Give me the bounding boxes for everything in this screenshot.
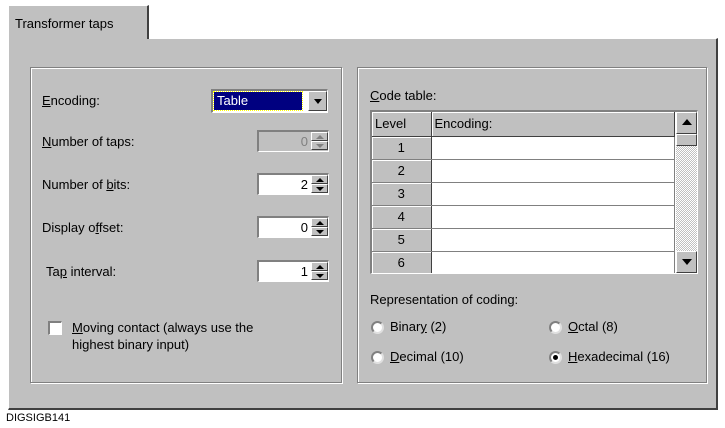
radio-octal-label[interactable]: Octal (8): [568, 319, 618, 334]
spin-up-icon: [311, 132, 328, 141]
scroll-up-icon[interactable]: [676, 112, 697, 134]
display-offset-label: Display offset:: [42, 220, 124, 235]
tap-interval-spinner[interactable]: 1: [257, 260, 329, 282]
encoding-cell[interactable]: [431, 182, 675, 206]
vertical-scrollbar[interactable]: [676, 112, 697, 273]
spin-down-icon: [311, 141, 328, 150]
encoding-cell[interactable]: [431, 205, 675, 229]
encoding-label: Encoding:: [42, 93, 100, 108]
level-cell: 3: [372, 182, 432, 206]
number-of-bits-value: 2: [300, 177, 308, 192]
encoding-cell[interactable]: [431, 251, 675, 273]
number-of-taps-value: 0: [300, 134, 308, 149]
level-cell: 4: [372, 205, 432, 229]
table-row[interactable]: 1: [372, 136, 675, 160]
table-row[interactable]: 6: [372, 251, 675, 273]
tap-interval-label: Tap interval:: [46, 264, 117, 279]
encoding-dropdown[interactable]: Table: [211, 89, 328, 113]
radio-octal[interactable]: [549, 321, 562, 334]
radio-binary[interactable]: [371, 321, 384, 334]
display-offset-spinner[interactable]: 0: [257, 216, 329, 238]
encoding-cell[interactable]: [431, 228, 675, 252]
radio-hexadecimal-label[interactable]: Hexadecimal (16): [568, 349, 670, 364]
encoding-cell[interactable]: [431, 136, 675, 160]
tap-interval-value: 1: [300, 264, 308, 279]
spin-down-icon[interactable]: [311, 227, 328, 236]
number-of-bits-spinner[interactable]: 2: [257, 173, 329, 195]
encoding-cell[interactable]: [431, 159, 675, 183]
radio-decimal-label[interactable]: Decimal (10): [390, 349, 464, 364]
level-cell: 5: [372, 228, 432, 252]
number-of-taps-label: Number of taps:: [42, 134, 135, 149]
spin-up-icon[interactable]: [311, 218, 328, 227]
number-of-bits-label: Number of bits:: [42, 177, 131, 192]
chevron-down-icon[interactable]: [308, 91, 327, 111]
table-row[interactable]: 4: [372, 205, 675, 229]
code-table-grid[interactable]: Level Encoding: 1 2 3 4 5 6: [370, 110, 698, 274]
column-header-level[interactable]: Level: [372, 112, 432, 137]
level-cell: 6: [372, 251, 432, 273]
moving-contact-label-line2: highest binary input): [72, 337, 190, 352]
display-offset-value: 0: [300, 220, 308, 235]
figure-id: DIGSIGB141: [6, 412, 71, 424]
tab-label: Transformer taps: [15, 16, 114, 31]
radio-binary-label[interactable]: Binary (2): [390, 319, 446, 334]
radio-hexadecimal[interactable]: [549, 351, 562, 364]
table-row[interactable]: 5: [372, 228, 675, 252]
code-table-label: Code table:: [370, 88, 437, 103]
encoding-selected-value: Table: [217, 93, 249, 108]
scroll-down-icon[interactable]: [676, 251, 697, 273]
moving-contact-checkbox[interactable]: [48, 321, 62, 335]
table-row[interactable]: 2: [372, 159, 675, 183]
spin-down-icon[interactable]: [311, 271, 328, 280]
spin-up-icon[interactable]: [311, 262, 328, 271]
level-cell: 2: [372, 159, 432, 183]
tab-transformer-taps[interactable]: Transformer taps: [8, 5, 149, 39]
number-of-taps-spinner: 0: [257, 130, 329, 152]
moving-contact-label[interactable]: Moving contact (always use the: [72, 320, 253, 335]
spin-down-icon[interactable]: [311, 184, 328, 193]
column-header-encoding[interactable]: Encoding:: [431, 112, 675, 137]
radio-decimal[interactable]: [371, 351, 384, 364]
table-row[interactable]: 3: [372, 182, 675, 206]
representation-label: Representation of coding:: [370, 292, 519, 307]
spin-up-icon[interactable]: [311, 175, 328, 184]
level-cell: 1: [372, 136, 432, 160]
scroll-thumb[interactable]: [676, 134, 697, 146]
